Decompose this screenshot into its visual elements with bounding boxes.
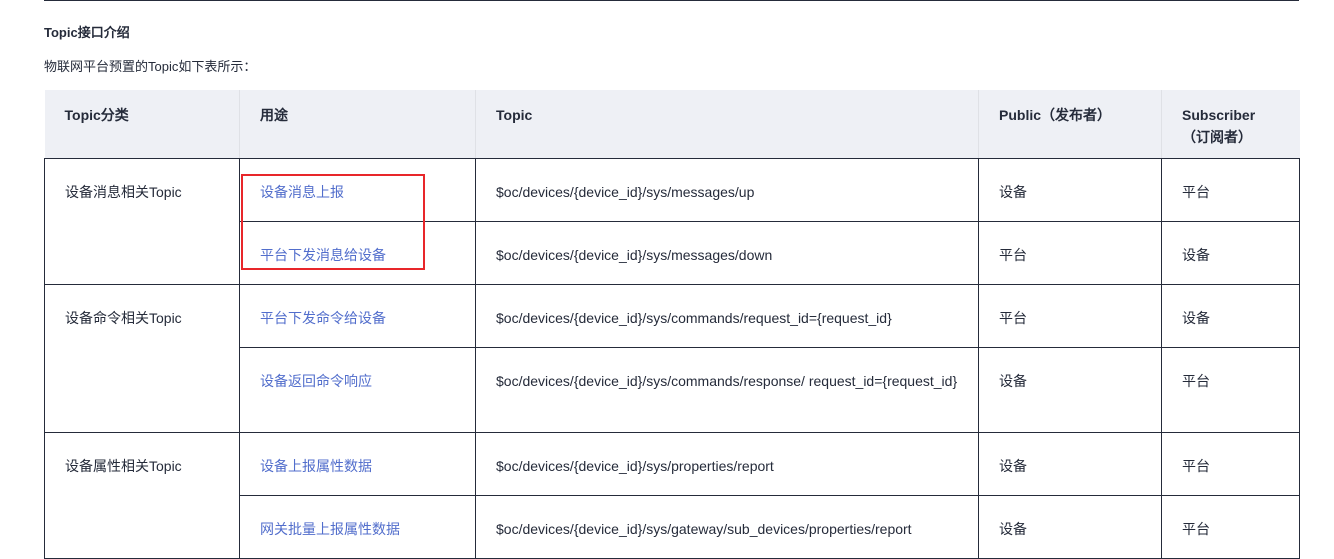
topic-cell: $oc/devices/{device_id}/sys/messages/dow… — [475, 220, 979, 285]
header-publisher: Public（发布者） — [978, 90, 1162, 159]
subscriber-cell: 设备 — [1161, 283, 1300, 348]
subscriber-cell: 平台 — [1161, 494, 1300, 559]
purpose-link[interactable]: 设备上报属性数据 — [260, 458, 372, 474]
category-cell: 设备属性相关Topic — [44, 431, 240, 559]
purpose-cell: 设备消息上报 — [239, 157, 476, 222]
purpose-cell: 网关批量上报属性数据 — [239, 494, 476, 559]
category-cell: 设备消息相关Topic — [44, 157, 240, 285]
purpose-link[interactable]: 设备消息上报 — [260, 184, 344, 200]
topic-cell: $oc/devices/{device_id}/sys/messages/up — [475, 157, 979, 222]
subscriber-cell: 设备 — [1161, 220, 1300, 285]
purpose-link[interactable]: 网关批量上报属性数据 — [260, 521, 400, 537]
publisher-cell: 设备 — [978, 431, 1162, 496]
table-row: 设备命令相关Topic 平台下发命令给设备 $oc/devices/{devic… — [44, 283, 1300, 433]
purpose-cell: 设备返回命令响应 — [239, 346, 476, 433]
subscriber-cell: 平台 — [1161, 157, 1300, 222]
table-row: 设备属性相关Topic 设备上报属性数据 $oc/devices/{device… — [44, 431, 1300, 559]
topic-cell: $oc/devices/{device_id}/sys/commands/res… — [475, 346, 979, 433]
purpose-link[interactable]: 平台下发命令给设备 — [260, 310, 386, 326]
category-cell: 设备命令相关Topic — [44, 283, 240, 433]
header-topic-category: Topic分类 — [44, 90, 240, 159]
purpose-cell: 平台下发命令给设备 — [239, 283, 476, 348]
topic-cell: $oc/devices/{device_id}/sys/commands/req… — [475, 283, 979, 348]
header-subscriber: Subscriber（订阅者） — [1161, 90, 1300, 159]
header-purpose: 用途 — [239, 90, 476, 159]
purpose-cell: 设备上报属性数据 — [239, 431, 476, 496]
publisher-cell: 设备 — [978, 346, 1162, 433]
purpose-cell: 平台下发消息给设备 — [239, 220, 476, 285]
publisher-cell: 平台 — [978, 283, 1162, 348]
topic-cell: $oc/devices/{device_id}/sys/gateway/sub_… — [475, 494, 979, 559]
subscriber-cell: 平台 — [1161, 346, 1300, 433]
header-topic: Topic — [475, 90, 979, 159]
section-title: Topic接口介绍 — [44, 25, 130, 40]
table-row: 设备消息相关Topic 设备消息上报 $oc/devices/{device_i… — [44, 157, 1300, 285]
table-header-row: Topic分类 用途 Topic Public（发布者） Subscriber（… — [44, 90, 1300, 159]
top-divider — [44, 0, 1299, 1]
purpose-link[interactable]: 平台下发消息给设备 — [260, 247, 386, 263]
topic-table: Topic分类 用途 Topic Public（发布者） Subscriber（… — [44, 90, 1300, 559]
publisher-cell: 设备 — [978, 157, 1162, 222]
publisher-cell: 设备 — [978, 494, 1162, 559]
intro-text: 物联网平台预置的Topic如下表所示： — [44, 59, 257, 74]
topic-cell: $oc/devices/{device_id}/sys/properties/r… — [475, 431, 979, 496]
subscriber-cell: 平台 — [1161, 431, 1300, 496]
purpose-link[interactable]: 设备返回命令响应 — [260, 373, 372, 389]
publisher-cell: 平台 — [978, 220, 1162, 285]
